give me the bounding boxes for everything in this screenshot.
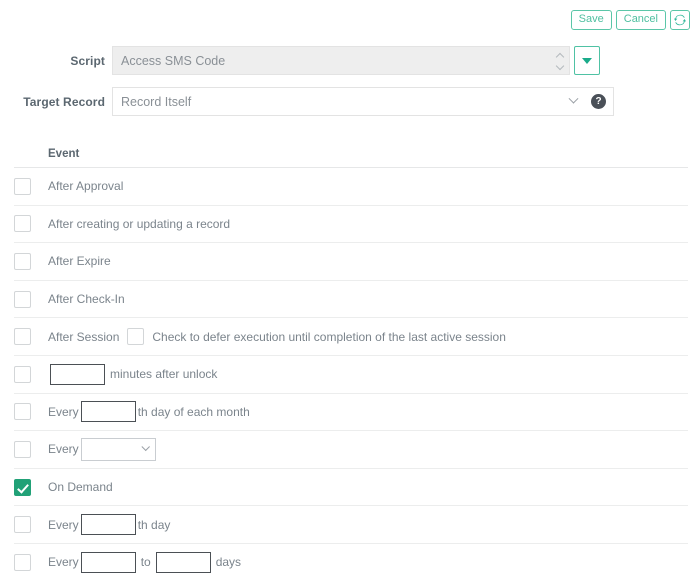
defer-execution-label: Check to defer execution until completio… (152, 330, 506, 344)
save-button[interactable]: Save (571, 10, 612, 30)
spinner-down-icon (557, 63, 564, 67)
question-mark-icon: ? (591, 94, 606, 109)
row-prefix-label: Every (48, 555, 79, 569)
table-row: After creating or updating a record (14, 206, 688, 244)
row-checkbox[interactable] (14, 516, 31, 533)
table-row: After Expire (14, 243, 688, 281)
target-record-row: Target Record Record Itself ? (0, 87, 700, 116)
table-row: minutes after unlock (14, 356, 688, 394)
script-dropdown-button[interactable] (574, 46, 600, 75)
row-prefix-label: Every (48, 405, 79, 419)
row-checkbox[interactable] (14, 178, 31, 195)
row-checkbox[interactable] (14, 328, 31, 345)
table-row: Every to days (14, 544, 688, 580)
event-table-body: After Approval After creating or updating… (14, 168, 688, 580)
row-checkbox[interactable] (14, 215, 31, 232)
row-middle-label: to (141, 555, 151, 569)
script-field-wrap (112, 46, 600, 75)
row-label: After Approval (48, 179, 123, 193)
refresh-button[interactable] (670, 10, 690, 30)
row-checkbox[interactable] (14, 441, 31, 458)
spinner-up-icon (557, 54, 564, 58)
row-suffix-label: th day (138, 518, 171, 532)
row-label: On Demand (48, 480, 113, 494)
toolbar: Save Cancel (571, 10, 690, 30)
row-label: After Expire (48, 254, 111, 268)
row-checkbox[interactable] (14, 554, 31, 571)
refresh-icon (674, 14, 686, 26)
row-text-input[interactable] (81, 514, 136, 535)
target-record-field-wrap: Record Itself ? (112, 87, 614, 116)
chevron-down-icon (568, 94, 578, 104)
cancel-button[interactable]: Cancel (616, 10, 666, 30)
target-record-select[interactable]: Record Itself (112, 87, 562, 116)
table-row: Every th day of each month (14, 394, 688, 432)
row-checkbox[interactable] (14, 366, 31, 383)
row-label: After Session (48, 330, 119, 344)
row-checkbox[interactable] (14, 479, 31, 496)
column-header-event: Event (48, 148, 79, 160)
triangle-down-icon (582, 58, 592, 64)
row-prefix-label: Every (48, 442, 79, 456)
row-label: After creating or updating a record (48, 217, 230, 231)
table-row: After Approval (14, 168, 688, 206)
table-row: After Session Check to defer execution un… (14, 318, 688, 356)
defer-execution-checkbox[interactable] (127, 328, 144, 345)
table-row: Every (14, 431, 688, 469)
chevron-down-icon (141, 443, 149, 451)
row-text-input[interactable] (81, 552, 136, 573)
form-section: Script Target Record Record Itself (0, 46, 700, 128)
script-spinner[interactable] (552, 46, 570, 75)
row-select[interactable] (81, 438, 156, 461)
script-input[interactable] (112, 46, 552, 75)
row-suffix-label: minutes after unlock (110, 367, 217, 381)
row-text-input[interactable] (50, 364, 105, 385)
row-suffix-label: th day of each month (138, 405, 250, 419)
script-row: Script (0, 46, 700, 75)
row-checkbox[interactable] (14, 403, 31, 420)
table-row: After Check-In (14, 281, 688, 319)
row-checkbox[interactable] (14, 291, 31, 308)
target-record-caret[interactable] (562, 87, 584, 116)
row-suffix-label: days (216, 555, 241, 569)
row-prefix-label: Every (48, 518, 79, 532)
event-table: Event After Approval After creating or up… (14, 140, 688, 580)
table-row: On Demand (14, 469, 688, 507)
target-record-label: Target Record (0, 87, 105, 109)
row-label: After Check-In (48, 292, 125, 306)
table-row: Every th day (14, 506, 688, 544)
event-table-header: Event (14, 140, 688, 168)
target-record-help-button[interactable]: ? (584, 87, 614, 116)
row-text-input[interactable] (156, 552, 211, 573)
script-label: Script (0, 46, 105, 68)
row-text-input[interactable] (81, 401, 136, 422)
row-checkbox[interactable] (14, 253, 31, 270)
schedule-event-page: Save Cancel Script (0, 0, 700, 580)
